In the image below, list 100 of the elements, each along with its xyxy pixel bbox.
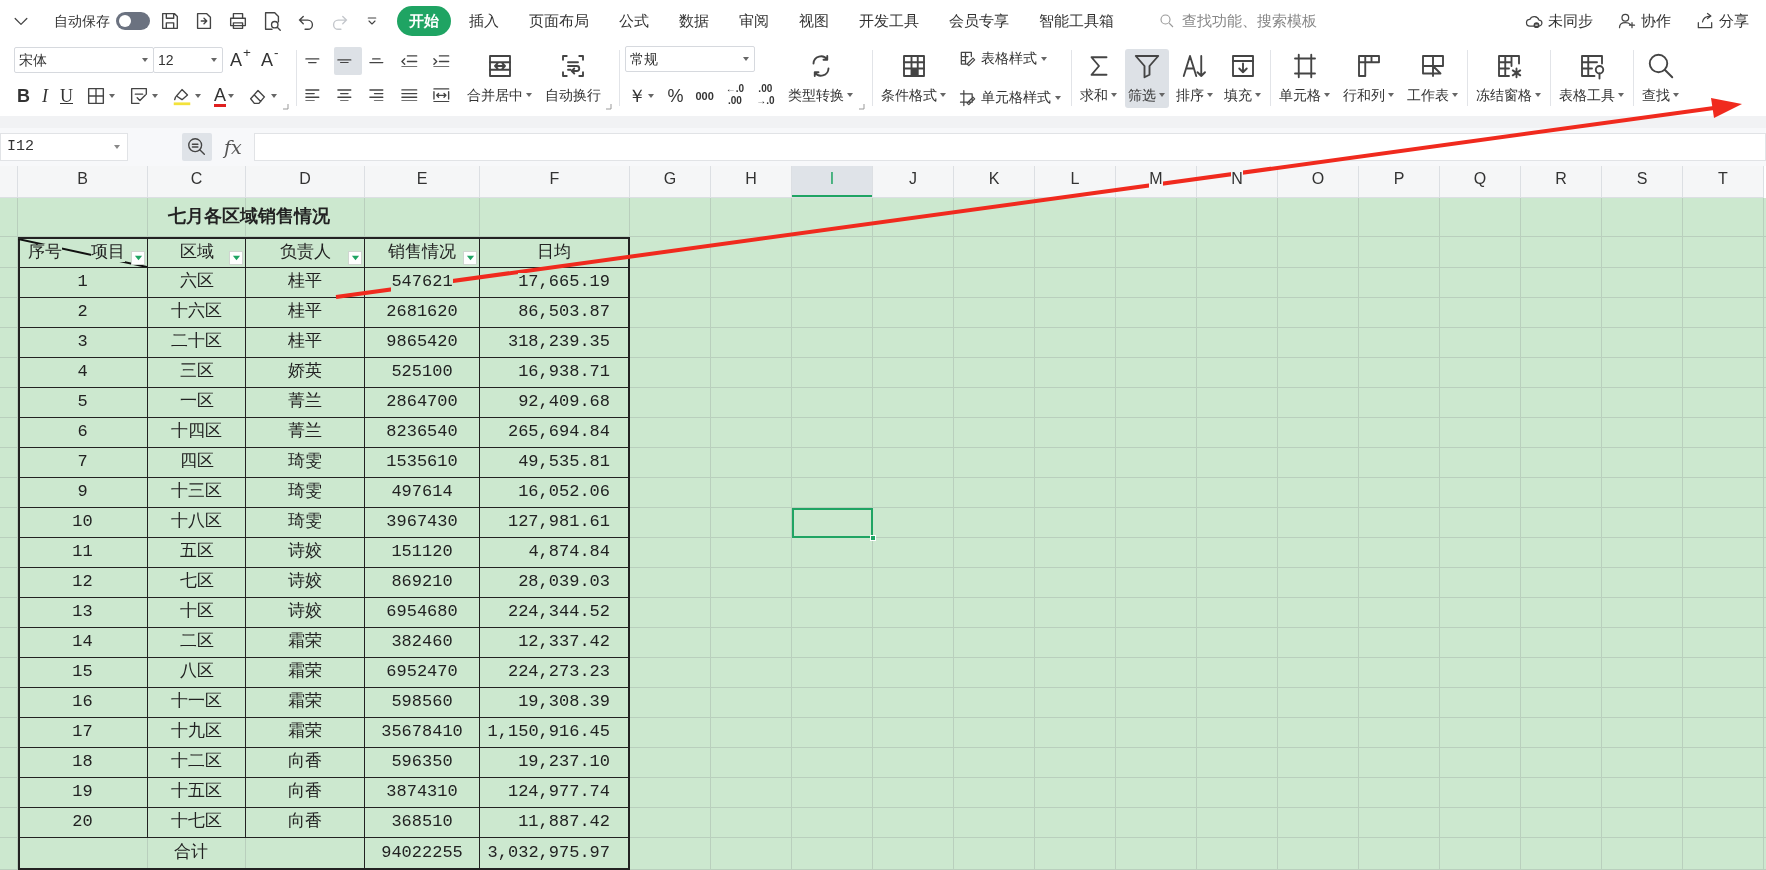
table-cell: 桂平 [246,268,365,298]
cell-button[interactable]: 单元格 [1276,48,1335,108]
number-format-select[interactable]: 常规 [625,46,756,72]
decrease-font-button[interactable]: A$^{-}$ [257,46,282,74]
column-header[interactable]: P [1359,166,1440,198]
column-header[interactable]: K [954,166,1035,198]
ribbon-tab[interactable]: 页面布局 [517,5,601,37]
table-cell: 霜荣 [246,658,365,688]
column-header[interactable]: F [480,166,630,198]
font-color-button[interactable]: A [211,82,238,110]
underline-button[interactable]: U [57,82,76,110]
table-cell: 318,239.35 [480,328,630,358]
total-cell: 94022255 [365,838,480,870]
column-header[interactable]: C [148,166,246,198]
collaborate-button[interactable]: 协作 [1610,7,1677,35]
table-cell: 12 [18,568,148,598]
autosave-label: 自动保存 [54,11,110,31]
freeze-panes-button[interactable]: 冻结窗格 [1473,48,1546,108]
table-cell: 16,938.71 [480,358,630,388]
table-cell: 35678410 [365,718,480,748]
thousands-button[interactable]: 000 [692,82,717,110]
sum-button[interactable]: 求和 [1077,48,1122,108]
percent-button[interactable]: % [664,82,687,110]
table-cell: 265,694.84 [480,418,630,448]
column-header[interactable]: R [1521,166,1602,198]
merge-center-button[interactable]: 合并居中 [464,48,537,108]
table-cell: 霜荣 [246,628,365,658]
table-tools-button[interactable]: 表格工具 [1556,48,1629,108]
sort-button[interactable]: 排序 [1173,48,1218,108]
caret-icon [108,92,116,100]
name-box[interactable]: I12 [0,133,128,161]
column-header[interactable]: M [1116,166,1197,198]
column-header[interactable]: G [630,166,711,198]
table-style-button[interactable]: 表格样式 [954,46,1067,71]
column-header[interactable]: D [246,166,365,198]
share-button[interactable]: 分享 [1688,7,1755,35]
filter-dropdown-button[interactable] [348,251,362,265]
table-cell: 6954680 [365,598,480,628]
alignment-button[interactable] [334,47,363,75]
column-header[interactable]: Q [1440,166,1521,198]
italic-button[interactable]: I [39,82,51,110]
type-convert-button[interactable]: 类型转换 [785,48,858,108]
currency-button[interactable]: ￥ [625,82,659,110]
column-header[interactable]: O [1278,166,1359,198]
ribbon-tab[interactable]: 公式 [607,5,661,37]
table-cell: 娇英 [246,358,365,388]
ribbon-tab[interactable]: 插入 [457,5,511,37]
formula-input[interactable] [253,133,1766,161]
table-cell: 十区 [148,598,246,628]
table-cell: 49,535.81 [480,448,630,478]
autosave-toggle[interactable] [116,12,150,30]
column-header[interactable]: E [365,166,480,198]
column-header[interactable]: B [18,166,148,198]
decrease-decimal-button[interactable]: .00 →.0 [753,82,778,110]
sync-status-button[interactable]: 未同步 [1517,7,1599,35]
table-cell: 869210 [365,568,480,598]
table-cell: 五区 [148,538,246,568]
search-field[interactable]: 查找功能、搜索模板 [1146,9,1329,33]
table-cell: 一区 [148,388,246,418]
ribbon-tab[interactable]: 数据 [667,5,721,37]
insert-function-button[interactable]: fx [222,132,244,162]
cell-style-button[interactable]: 单元格样式 [954,85,1067,110]
ribbon-tab[interactable]: 开发工具 [847,5,931,37]
column-header[interactable]: L [1035,166,1116,198]
bottom-align-icon [369,58,385,64]
table-cell: 127,981.61 [480,508,630,538]
table-cell: 224,344.52 [480,598,630,628]
table-cell: 十三区 [148,478,246,508]
ribbon-tab[interactable]: 视图 [787,5,841,37]
filter-dropdown-button[interactable] [229,251,243,265]
table-cell: 11,887.42 [480,808,630,838]
triangle-down-icon [350,253,360,263]
increase-font-button[interactable]: A$^{+}$ [227,46,254,74]
bold-button[interactable]: B [14,82,33,110]
fill-button[interactable]: 填充 [1221,48,1266,108]
ribbon-tab[interactable]: 会员专享 [937,5,1021,37]
distribute-icon [433,87,450,103]
filter-button[interactable]: 筛选 [1125,48,1170,108]
ribbon-tab[interactable]: 审阅 [727,5,781,37]
column-header[interactable]: H [711,166,792,198]
increase-decimal-button[interactable]: ←.0 .00 [722,82,748,110]
column-header[interactable]: J [873,166,954,198]
worksheet-button[interactable]: 工作表 [1404,48,1463,108]
table-cell: 9865420 [365,328,480,358]
table-cell: 十一区 [148,688,246,718]
wrap-text-button[interactable]: 自动换行 [542,48,605,108]
filter-dropdown-button[interactable] [131,251,145,265]
conditional-format-button[interactable]: 条件格式 [878,48,951,108]
ribbon-tab[interactable]: 智能工具箱 [1027,5,1126,37]
column-header[interactable]: S [1602,166,1683,198]
column-header[interactable]: T [1683,166,1764,198]
zoom-button[interactable] [182,133,212,161]
triangle-down-icon [231,253,241,263]
font-size-select[interactable]: 12 [153,47,223,73]
font-name-select[interactable]: 宋体 [14,47,154,73]
selected-cell[interactable] [792,508,873,538]
rows-columns-button[interactable]: 行和列 [1340,48,1399,108]
filter-dropdown-button[interactable] [463,251,477,265]
find-button[interactable]: 查找 [1639,48,1684,108]
table-cell: 琦雯 [246,448,365,478]
